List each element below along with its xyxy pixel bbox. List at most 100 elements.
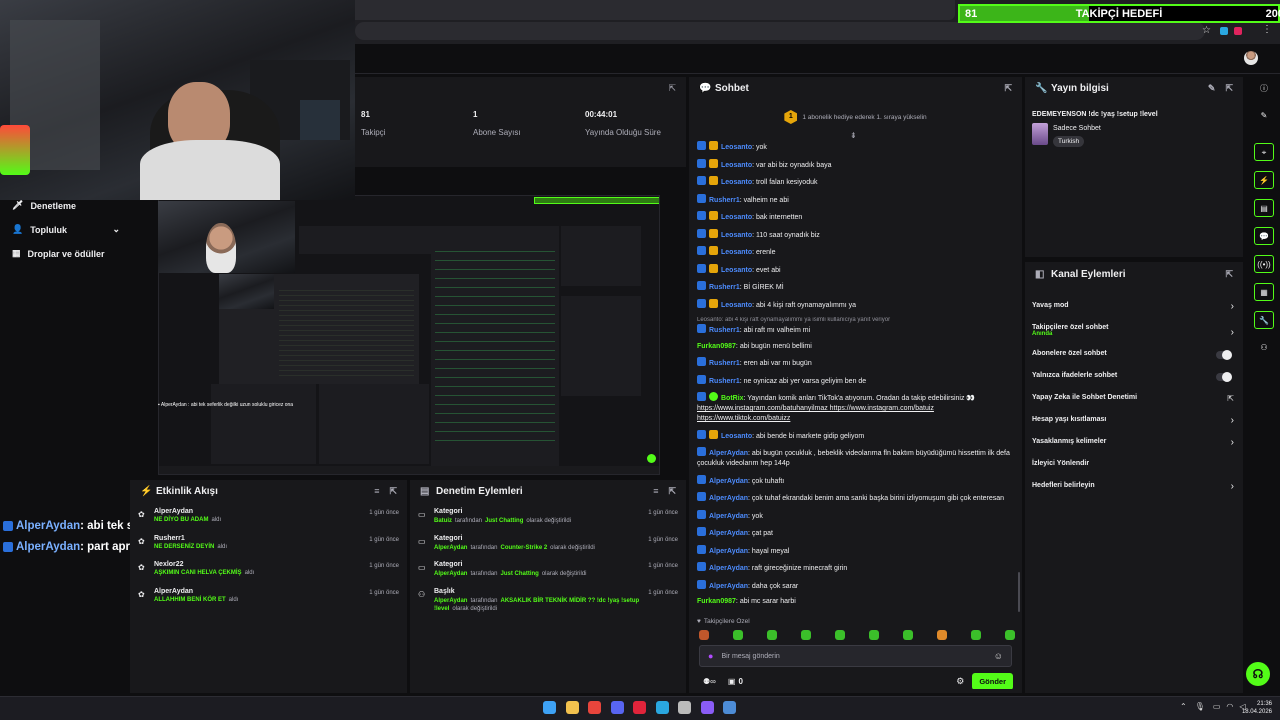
- chat-icon[interactable]: 💬: [1254, 227, 1274, 245]
- emote-icon[interactable]: [699, 630, 709, 640]
- wifi-icon[interactable]: ◠: [1226, 702, 1233, 711]
- emote-icon[interactable]: [903, 630, 913, 640]
- popout-icon[interactable]: ⇱: [1225, 269, 1233, 280]
- windows-start-icon[interactable]: [543, 701, 556, 714]
- channel-action-item[interactable]: Yavaş mod ›: [1032, 298, 1236, 320]
- chat-message[interactable]: Leosanto: troll falan kesiyoduk: [697, 176, 1015, 188]
- chat-message[interactable]: Leosanto: yok: [697, 141, 1015, 153]
- chat-message[interactable]: Furkan0987: abi bugün menü bellimi: [697, 342, 1015, 352]
- chat-username[interactable]: AlperAydan: [709, 565, 748, 572]
- toggle-switch[interactable]: [1216, 350, 1232, 360]
- emote-icon[interactable]: [971, 630, 981, 640]
- popout-icon[interactable]: ⇱: [1225, 83, 1233, 94]
- chat-message[interactable]: Rusherr1: valheim ne abi: [697, 193, 1015, 206]
- chat-username[interactable]: AlperAydan: [709, 495, 748, 502]
- popout-icon[interactable]: ⇱: [1004, 83, 1012, 94]
- chat-message[interactable]: Leosanto: erenle: [697, 246, 1015, 258]
- broadcast-icon[interactable]: ((•)): [1254, 255, 1274, 273]
- layout-icon[interactable]: ▦: [1254, 283, 1274, 301]
- emote-icon[interactable]: [1005, 630, 1015, 640]
- mic-icon[interactable]: ●: [708, 651, 713, 661]
- chat-message[interactable]: Leosanto: abi 4 kişi raft oynamayalımmı …: [697, 316, 1015, 336]
- channel-action-item[interactable]: Yalnızca ifadelerle sohbet: [1032, 368, 1236, 390]
- users-infinity-icon[interactable]: ⚉∞: [703, 677, 716, 686]
- moderator-name[interactable]: AlperAydan: [434, 571, 467, 577]
- browser-menu-icon[interactable]: ⋮: [1262, 24, 1272, 35]
- extension-icon[interactable]: [1220, 27, 1228, 35]
- avatar[interactable]: [1244, 51, 1258, 65]
- chat-message[interactable]: AlperAydan: hallederiz onları ya: [697, 612, 1015, 613]
- channel-action-item[interactable]: İzleyici Yönlendir: [1032, 456, 1236, 478]
- chat-username[interactable]: Rusherr1: [709, 197, 740, 204]
- emote-icon[interactable]: [937, 630, 947, 640]
- channel-action-item[interactable]: Abonelere özel sohbet: [1032, 346, 1236, 368]
- emote-icon[interactable]: [801, 630, 811, 640]
- chat-username[interactable]: Leosanto: [721, 162, 752, 169]
- chat-message[interactable]: Rusherr1: eren abi var mı bugün: [697, 357, 1015, 369]
- steam-icon[interactable]: [723, 701, 736, 714]
- chat-message[interactable]: Leosanto: abi 4 kişi raft oynamayalımmı …: [697, 298, 1015, 311]
- chevron-up-icon[interactable]: ⌃: [1180, 702, 1187, 711]
- chat-message[interactable]: AlperAydan: daha çok sarar: [697, 579, 1015, 592]
- file-explorer-icon[interactable]: [565, 701, 579, 714]
- bolt-icon[interactable]: ⚡: [1254, 171, 1274, 189]
- sidebar-item-denetleme[interactable]: 🗡 Denetleme: [12, 200, 76, 211]
- obs-icon[interactable]: [678, 701, 691, 714]
- chat-username[interactable]: Leosanto: [721, 179, 752, 186]
- send-button[interactable]: Gönder: [972, 673, 1013, 689]
- chat-username[interactable]: AlperAydan: [709, 450, 748, 457]
- filter-icon[interactable]: ≡: [653, 486, 658, 496]
- wrench-icon[interactable]: 🔧: [1254, 311, 1274, 329]
- chat-username[interactable]: AlperAydan: [709, 548, 748, 555]
- chat-message[interactable]: Furkan0987: abi mc sarar harbi: [697, 597, 1015, 607]
- moderator-name[interactable]: AlperAydan: [434, 598, 467, 604]
- chat-username[interactable]: BotRix: [721, 395, 744, 402]
- chat-message[interactable]: AlperAydan: abi bugün çocukluk , bebekli…: [697, 447, 1015, 469]
- users-icon[interactable]: ⚇: [1254, 339, 1274, 357]
- scroll-down-icon[interactable]: ⇟: [850, 131, 857, 140]
- note-icon[interactable]: ▤: [1254, 199, 1274, 217]
- chat-username[interactable]: AlperAydan: [709, 530, 748, 537]
- moderator-name[interactable]: AlperAydan: [434, 545, 467, 551]
- category-name[interactable]: Sadece Sohbet: [1053, 125, 1101, 132]
- popout-icon[interactable]: ⇱: [668, 83, 676, 94]
- app-icon[interactable]: [700, 701, 714, 714]
- channel-action-item[interactable]: Hesap yaşı kısıtlaması ›: [1032, 412, 1236, 434]
- chat-message[interactable]: AlperAydan: çok tuhaftı: [697, 474, 1015, 487]
- discord-icon[interactable]: [610, 701, 624, 714]
- chat-username[interactable]: Furkan0987: [697, 598, 736, 605]
- channel-action-item[interactable]: Yapay Zeka ile Sohbet Denetimi ⇱: [1032, 390, 1236, 412]
- chat-username[interactable]: AlperAydan: [709, 478, 748, 485]
- chat-message[interactable]: AlperAydan: çok tuhaf ekrandaki benim am…: [697, 492, 1015, 504]
- chat-username[interactable]: Rusherr1: [709, 327, 740, 334]
- chat-message[interactable]: Leosanto: evet abi: [697, 263, 1015, 276]
- opera-icon[interactable]: [633, 701, 646, 714]
- chat-input-field[interactable]: ● Bir mesaj gönderin ☺: [699, 645, 1012, 667]
- help-fab[interactable]: ☊: [1246, 662, 1270, 686]
- chat-message[interactable]: Leosanto: 110 saat oynadık biz: [697, 228, 1015, 241]
- emoji-icon[interactable]: ☺: [994, 651, 1003, 661]
- chat-username[interactable]: Leosanto: [721, 232, 752, 239]
- settings-gear-icon[interactable]: ⚙: [956, 676, 964, 687]
- popout-icon[interactable]: ⇱: [389, 486, 397, 497]
- target-icon[interactable]: ⌖: [1254, 143, 1274, 161]
- address-bar[interactable]: [355, 22, 1205, 40]
- chat-username[interactable]: Rusherr1: [709, 284, 740, 291]
- popout-icon[interactable]: ⇱: [668, 486, 676, 497]
- sidebar-item-droplar[interactable]: ▦ Droplar ve ödüller: [12, 248, 105, 259]
- activity-user[interactable]: AlperAydan: [154, 508, 399, 515]
- channel-action-item[interactable]: Yasaklanmış kelimeler ›: [1032, 434, 1236, 456]
- edit-pencil-icon[interactable]: ✎: [1208, 83, 1216, 94]
- chat-username[interactable]: Leosanto: [721, 214, 752, 221]
- chat-username[interactable]: Leosanto: [721, 144, 752, 151]
- chat-username[interactable]: Rusherr1: [709, 360, 740, 367]
- pinned-gift-banner[interactable]: 1 1 abonelik hediye ederek 1. sıraya yük…: [689, 110, 1022, 124]
- monitor-icon[interactable]: ▭: [1213, 702, 1221, 711]
- extension-red-icon[interactable]: [1234, 27, 1242, 35]
- chat-message[interactable]: AlperAydan: raft gireceğinize minecraft …: [697, 562, 1015, 574]
- microphone-icon[interactable]: 🎙: [1195, 702, 1205, 711]
- chat-username[interactable]: Rusherr1: [709, 378, 740, 385]
- chat-message[interactable]: Leosanto: var abi biz oynadık baya: [697, 158, 1015, 171]
- chat-link[interactable]: https://www.instagram.com/batuhanyilmaz …: [697, 404, 1015, 414]
- emote-icon[interactable]: [767, 630, 777, 640]
